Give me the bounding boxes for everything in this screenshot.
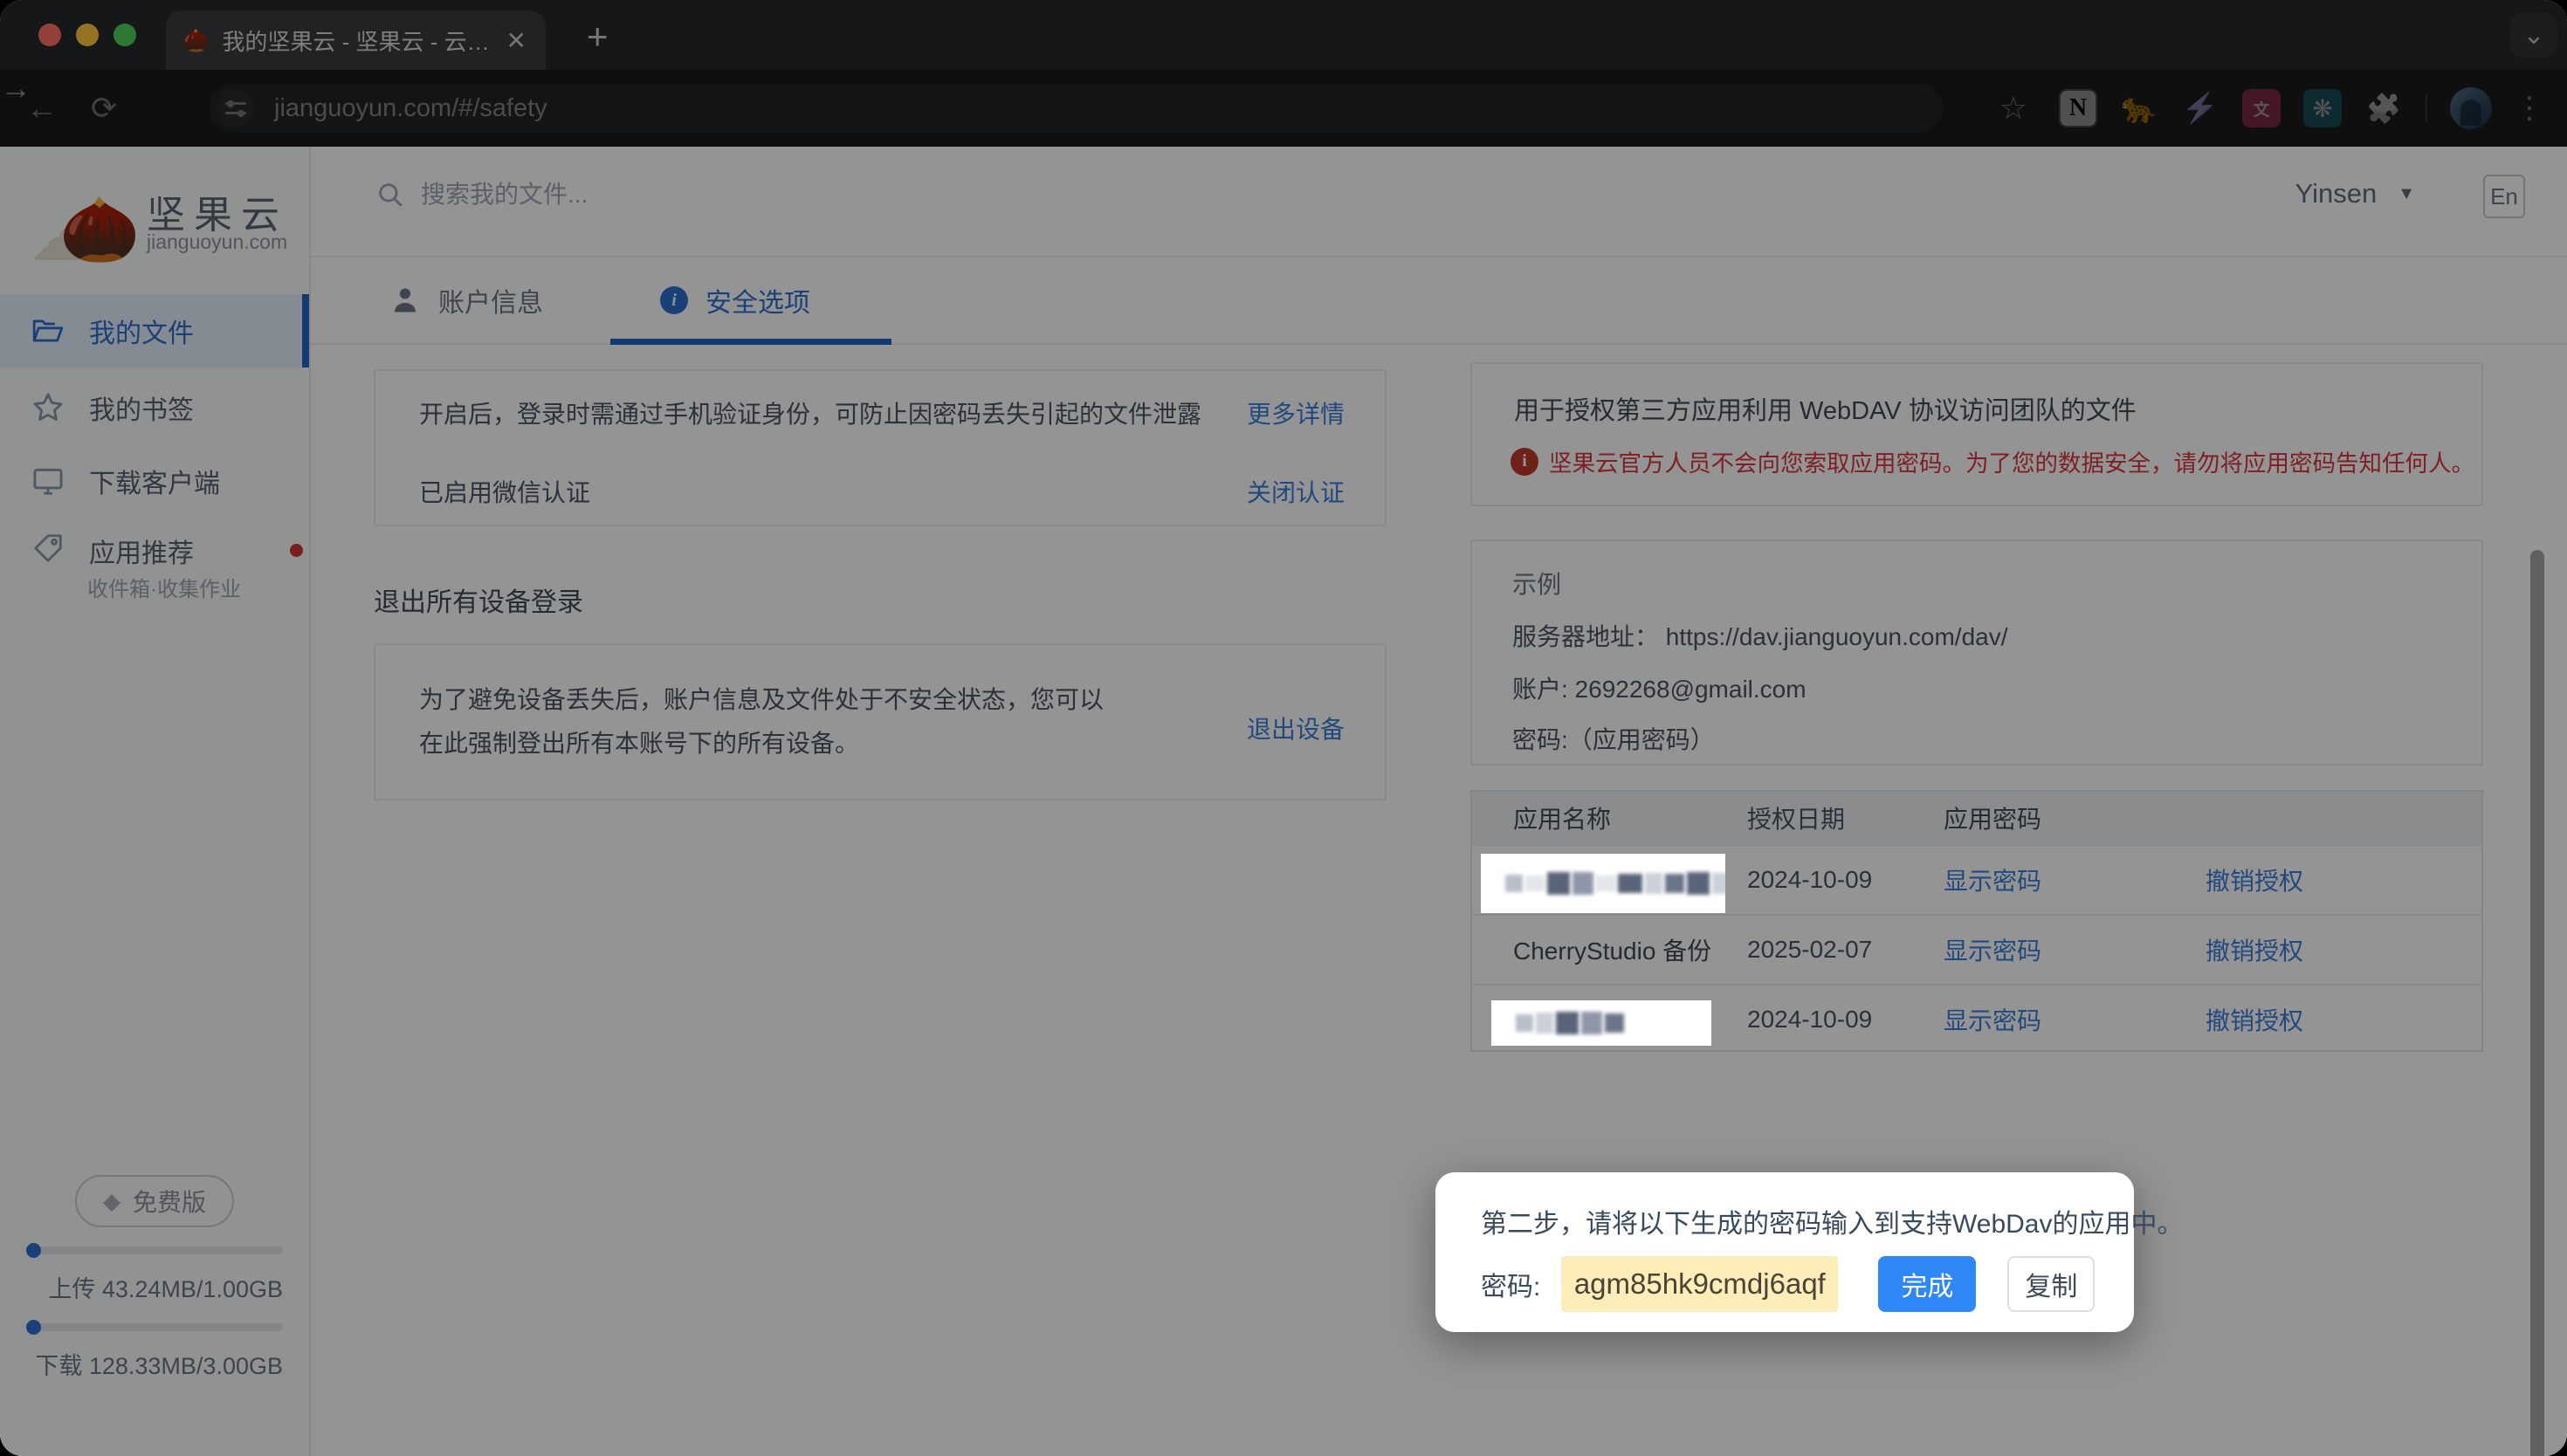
redacted-app-name (1481, 854, 1725, 913)
password-label: 密码: (1481, 1265, 1540, 1303)
redacted-app-name (1491, 1000, 1711, 1046)
copy-button[interactable]: 复制 (2007, 1256, 2095, 1312)
webdav-password-dialog: 第二步，请将以下生成的密码输入到支持WebDav的应用中。 密码: agm85h… (1435, 1172, 2134, 1332)
browser-window: 🌰 我的坚果云 - 坚果云 - 云盘|网盘 ✕ + ⌄ ← → ⟳ jiangu… (0, 0, 2567, 1456)
generated-password-field[interactable]: agm85hk9cmdj6aqf (1561, 1256, 1838, 1312)
dialog-step-text: 第二步，请将以下生成的密码输入到支持WebDav的应用中。 (1481, 1202, 2184, 1240)
done-button[interactable]: 完成 (1878, 1256, 1976, 1312)
